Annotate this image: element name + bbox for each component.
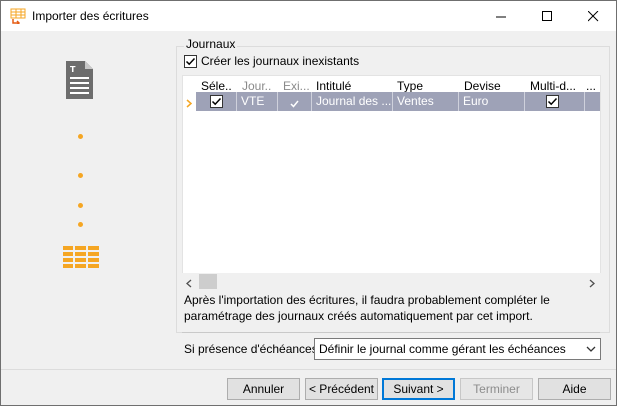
finish-button[interactable]: Terminer (460, 378, 533, 400)
help-button[interactable]: Aide (538, 378, 611, 400)
svg-text:T: T (70, 65, 76, 74)
import-app-icon (10, 8, 26, 26)
footer-divider (1, 369, 616, 370)
create-journals-checkbox[interactable] (184, 55, 197, 68)
scroll-left-icon[interactable] (185, 277, 193, 291)
step-dot (78, 134, 83, 139)
column-header-selection[interactable]: Séle... (201, 79, 231, 93)
row-journal-code: VTE (241, 94, 265, 108)
info-text: Après l'importation des écritures, il fa… (184, 292, 604, 324)
column-header-devise[interactable]: Devise (464, 79, 519, 93)
wizard-steps-pane: T (1, 31, 171, 369)
row-intitule: Journal des ... (316, 94, 392, 108)
table-icon (63, 246, 99, 272)
echeances-selected-value: Définir le journal comme gérant les éché… (319, 342, 566, 356)
info-text-line: Après l'importation des écritures, il fa… (184, 293, 550, 307)
window-title: Importer des écritures (32, 9, 149, 23)
column-header-more[interactable]: ... (586, 79, 600, 93)
step-dot (78, 203, 83, 208)
next-button[interactable]: Suivant > (382, 378, 455, 400)
chevron-down-icon[interactable] (586, 342, 596, 359)
table-row[interactable]: VTE Journal des ... Ventes Euro (196, 92, 600, 111)
import-dialog: Importer des écritures T Journaux Créer … (0, 0, 617, 406)
cancel-button[interactable]: Annuler (227, 378, 300, 400)
row-type: Ventes (397, 94, 434, 108)
close-icon[interactable] (570, 1, 616, 31)
maximize-icon[interactable] (524, 1, 570, 31)
grid-horizontal-scrollbar[interactable] (182, 273, 601, 290)
column-header-type[interactable]: Type (397, 79, 452, 93)
row-exists-check-icon (290, 97, 299, 111)
journaux-group-title: Journaux (184, 37, 238, 51)
journals-grid[interactable]: Séle... Jour... Exi... Intitulé Type Dev… (182, 75, 601, 290)
minimize-icon[interactable] (478, 1, 524, 31)
echeances-label: Si présence d'échéances (184, 342, 318, 356)
create-journals-label: Créer les journaux inexistants (201, 54, 360, 68)
document-icon: T (66, 61, 93, 102)
echeances-select[interactable]: Définir le journal comme gérant les éché… (314, 338, 601, 360)
previous-button[interactable]: < Précédent (305, 378, 378, 400)
step-dot (78, 222, 83, 227)
step-dot (78, 173, 83, 178)
column-header-multi[interactable]: Multi-d... (530, 79, 585, 93)
divider (182, 332, 600, 333)
current-row-indicator-icon (186, 97, 193, 111)
scroll-right-icon[interactable] (588, 277, 596, 291)
info-text-line: paramétrage des journaux créés automatiq… (184, 309, 533, 323)
scroll-thumb[interactable] (199, 274, 217, 289)
column-header-intitule[interactable]: Intitulé (316, 79, 386, 93)
row-devise: Euro (463, 94, 489, 108)
column-header-exists[interactable]: Exi... (283, 79, 309, 93)
column-header-journal[interactable]: Jour... (242, 79, 272, 93)
row-multi-checkbox[interactable] (546, 95, 559, 108)
title-bar: Importer des écritures (1, 1, 616, 31)
row-select-checkbox[interactable] (210, 95, 223, 108)
